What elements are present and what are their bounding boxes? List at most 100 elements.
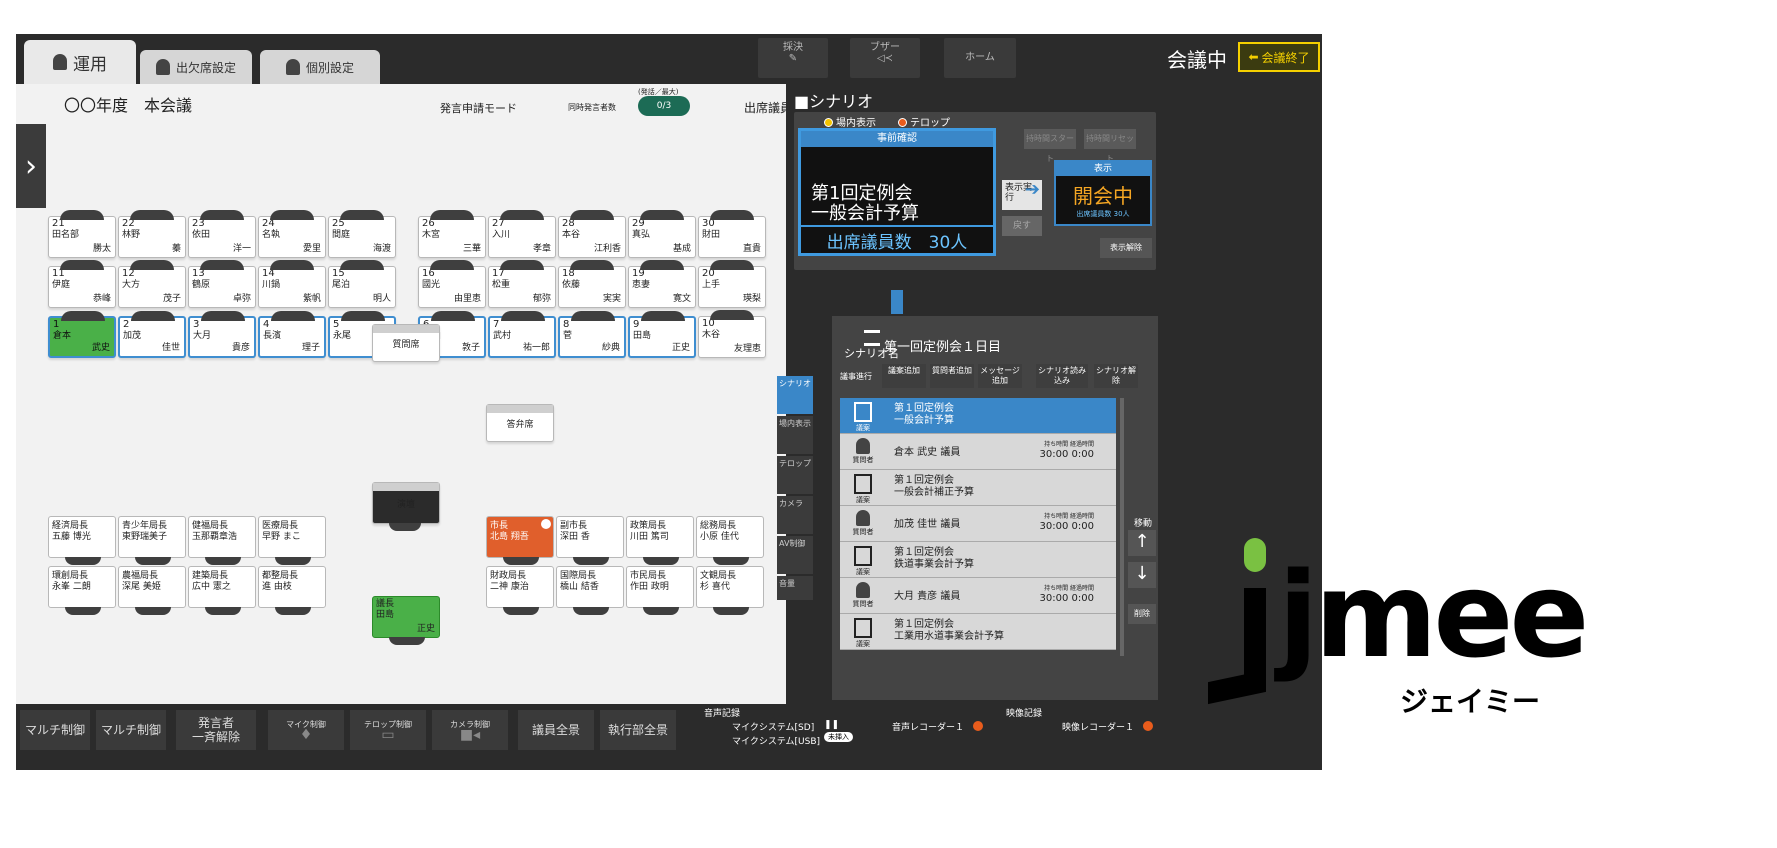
- all-members-view-button[interactable]: 議員全景: [518, 710, 594, 750]
- move-down-button[interactable]: ↓: [1128, 562, 1156, 588]
- video-recorder: 映像レコーダー１: [1062, 720, 1154, 733]
- scrollbar[interactable]: [1120, 398, 1124, 656]
- display-exec-button[interactable]: 表示実行 ➔: [1002, 180, 1042, 210]
- official-seat[interactable]: 市民局長 作田 政明: [626, 566, 694, 615]
- official-name: 早野 まこ: [262, 532, 301, 542]
- seat-14[interactable]: 14 川鍋 紫帆: [258, 260, 326, 308]
- official-seat[interactable]: 都整局長進 由枝: [258, 566, 326, 615]
- tab-attendance[interactable]: 出欠席設定: [140, 50, 252, 84]
- seat-12[interactable]: 12 大方 茂子: [118, 260, 186, 308]
- seat-25[interactable]: 25 間庭 海渡: [328, 210, 396, 258]
- delete-row-button[interactable]: 削除: [1128, 604, 1156, 624]
- seat-18[interactable]: 18 依藤 実実: [558, 260, 626, 308]
- buzzer-button[interactable]: ブザー ◁≺: [850, 38, 920, 78]
- move-up-button[interactable]: ↑: [1128, 530, 1156, 556]
- seat-13[interactable]: 13 鶴原 卓弥: [188, 260, 256, 308]
- seat-8[interactable]: 8 菅紗典: [558, 311, 626, 358]
- answer-seat[interactable]: 答弁席: [486, 404, 554, 442]
- side-tab-volume[interactable]: 音量: [777, 576, 813, 600]
- official-seat[interactable]: 建築局長 広中 憲之: [188, 566, 256, 615]
- official-seat[interactable]: 健福局長 玉那覇章浩: [188, 516, 256, 565]
- seat-9[interactable]: 9 田島 正史: [628, 311, 696, 358]
- executives-view-button[interactable]: 執行部全景: [600, 710, 676, 750]
- seat-27[interactable]: 27 入川 孝章: [488, 210, 556, 258]
- official-seat[interactable]: 財政局長 二神 康治: [486, 566, 554, 615]
- side-tab-camera[interactable]: カメラ: [777, 496, 813, 534]
- scenario-row[interactable]: 議案 第１回定例会 一般会計補正予算: [840, 470, 1116, 506]
- tab-individual[interactable]: 個別設定: [260, 50, 380, 84]
- seat-21[interactable]: 21 田名部 勝太: [48, 210, 116, 258]
- seat-16[interactable]: 16 國光 由里恵: [418, 260, 486, 308]
- release-scenario-button[interactable]: シナリオ解除: [1094, 364, 1138, 388]
- mic-control-button[interactable]: マイク制御 ♦: [268, 710, 344, 750]
- seat-7[interactable]: 7 武村 祐一郎: [488, 311, 556, 358]
- side-tab-av[interactable]: AV制御: [777, 536, 813, 574]
- end-meeting-button[interactable]: ⬅ 会議終了: [1238, 42, 1320, 72]
- chair-seat[interactable]: 議長 田島 正史: [372, 596, 440, 645]
- add-questioner-button[interactable]: 質問者追加: [930, 364, 974, 388]
- seat-10[interactable]: 10 木谷 友理恵: [698, 310, 766, 358]
- seat-3[interactable]: 3 大月 貴彦: [188, 311, 256, 358]
- home-button[interactable]: ホーム: [944, 38, 1016, 78]
- scenario-row[interactable]: 議案 第１回定例会 鉄道事業会計予算: [840, 542, 1116, 578]
- add-item-button[interactable]: 議案追加: [882, 364, 926, 388]
- multi-control-button-1[interactable]: マルチ制御: [20, 710, 90, 750]
- seat-19[interactable]: 19 恵妻 寛文: [628, 260, 696, 308]
- tab-operation[interactable]: 運用: [24, 40, 136, 84]
- timer-start-button[interactable]: 持時間スタート: [1024, 129, 1076, 163]
- back-button[interactable]: 戻す: [1002, 216, 1042, 236]
- seat-4[interactable]: 4 長濱 理子: [258, 311, 326, 358]
- official-seat[interactable]: 文観局長杉 喜代: [696, 566, 764, 615]
- side-tab-venue[interactable]: 場内表示: [777, 416, 813, 454]
- seat-17[interactable]: 17 松重 郁弥: [488, 260, 556, 308]
- official-seat[interactable]: 医療局長 早野 まこ: [258, 516, 326, 565]
- official-seat[interactable]: 青少年局長 東野瑞美子: [118, 516, 186, 565]
- camera-control-button[interactable]: カメラ制御 ■◂: [432, 710, 508, 750]
- official-seat[interactable]: 経済局長 五藤 博光: [48, 516, 116, 565]
- logo-wordmark: jmee: [1278, 546, 1589, 684]
- side-tab-scenario[interactable]: シナリオ: [777, 376, 813, 414]
- multi-control-button-2[interactable]: マルチ制御: [96, 710, 166, 750]
- collapse-button[interactable]: ›: [16, 124, 46, 208]
- seat-29[interactable]: 29 真弘 基成: [628, 210, 696, 258]
- scenario-rows: 議案 第１回定例会 一般会計予算 質問者 倉本 武史 議員 持ち時間 経過時間 30:00 …: [840, 398, 1116, 650]
- seat-26[interactable]: 26 木宮 三華: [418, 210, 486, 258]
- podium[interactable]: 演壇: [372, 482, 440, 531]
- side-tab-telop[interactable]: テロップ: [777, 456, 813, 494]
- seat-23[interactable]: 23 依田 洋一: [188, 210, 256, 258]
- scenario-row[interactable]: 質問者 加茂 佳世 議員 持ち時間 経過時間 30:00 0:00: [840, 506, 1116, 542]
- add-message-button[interactable]: メッセージ追加: [978, 364, 1022, 388]
- seat-30[interactable]: 30 財田 直貴: [698, 210, 766, 258]
- official-seat[interactable]: 副市長 深田 香: [556, 516, 624, 565]
- official-seat[interactable]: 市長 北島 翔吾: [486, 516, 554, 565]
- seat-24[interactable]: 24 名執 愛里: [258, 210, 326, 258]
- seat-22[interactable]: 22 林野蓁: [118, 210, 186, 258]
- question-seat[interactable]: 質問席: [372, 324, 440, 362]
- speak-mode: 発言申請モード: [440, 102, 517, 115]
- official-seat[interactable]: 政策局長 川田 篤司: [626, 516, 694, 565]
- release-all-speakers-button[interactable]: 発言者 一斉解除: [176, 710, 256, 750]
- telop-control-button[interactable]: テロップ制御 ▭: [350, 710, 426, 750]
- official-seat[interactable]: 農福局長 深尾 美姫: [118, 566, 186, 615]
- seat-11[interactable]: 11 伊庭 恭峰: [48, 260, 116, 308]
- timer-reset-button[interactable]: 持時間リセット: [1084, 129, 1136, 163]
- scenario-row[interactable]: 議案 第１回定例会 一般会計予算: [840, 398, 1116, 434]
- seat-15[interactable]: 15 尾泊 明人: [328, 260, 396, 308]
- load-scenario-button[interactable]: シナリオ読み込み: [1036, 364, 1088, 388]
- display-clear-button[interactable]: 表示解除: [1100, 238, 1152, 258]
- seat-2[interactable]: 2 加茂 佳世: [118, 311, 186, 358]
- seat-20[interactable]: 20 上手 瑛梨: [698, 260, 766, 308]
- official-seat[interactable]: 総務局長 小原 佳代: [696, 516, 764, 565]
- scenario-row[interactable]: 質問者 大月 貴彦 議員 持ち時間 経過時間 30:00 0:00: [840, 578, 1116, 614]
- seat-28[interactable]: 28 本谷 江利香: [558, 210, 626, 258]
- vote-button[interactable]: 採決 ✎: [758, 38, 828, 78]
- official-seat[interactable]: 環創局長 永峯 二朗: [48, 566, 116, 615]
- seat-number: 4: [263, 319, 270, 330]
- scenario-row[interactable]: 質問者 倉本 武史 議員 持ち時間 経過時間 30:00 0:00: [840, 434, 1116, 470]
- official-seat[interactable]: 国際局長 橋山 結香: [556, 566, 624, 615]
- gavel-icon: ✎: [788, 53, 798, 64]
- radio-telop[interactable]: テロップ: [898, 114, 950, 129]
- radio-venue[interactable]: 場内表示: [824, 114, 876, 129]
- seat-1[interactable]: 1 倉本 武史: [48, 311, 116, 358]
- scenario-row[interactable]: 議案 第１回定例会 工業用水道事業会計予算: [840, 614, 1116, 650]
